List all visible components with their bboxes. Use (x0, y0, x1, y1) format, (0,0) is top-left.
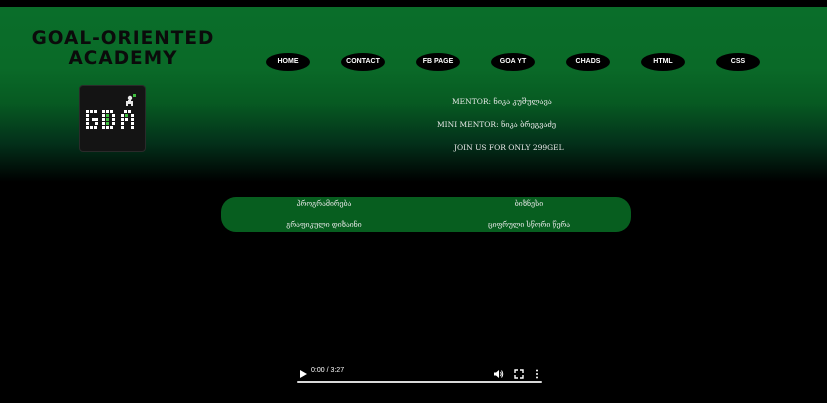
mentor-text: MENTOR: ნიკა კუშულავა (452, 97, 552, 106)
brand-line-1: GOAL-ORIENTED (31, 28, 215, 49)
main-nav: HOME CONTACT FB PAGE GOA YT CHADS HTML C… (265, 53, 765, 71)
nav-home-button[interactable]: HOME (266, 53, 310, 71)
nav-html-button[interactable]: HTML (641, 53, 685, 71)
join-price-text: JOIN US FOR ONLY 299GEL (454, 143, 564, 152)
video-progress-bar[interactable] (297, 381, 542, 383)
brand-line-2: ACADEMY (68, 48, 178, 69)
course-graphic-design-link[interactable]: გრაფიკული დიზაინი (286, 221, 361, 229)
more-options-icon[interactable] (534, 366, 540, 379)
course-digital-writing-link[interactable]: ციფრული სწორი წერა (488, 221, 570, 229)
nav-css-button[interactable]: CSS (716, 53, 760, 71)
volume-icon[interactable] (493, 366, 504, 378)
play-icon[interactable] (298, 366, 308, 378)
courses-panel: პროგრამირება ბიზნესი გრაფიკული დიზაინი ც… (221, 197, 631, 232)
nav-fb-page-button[interactable]: FB PAGE (416, 53, 460, 71)
course-business-link[interactable]: ბიზნესი (515, 200, 543, 208)
brand-title: GOAL-ORIENTED ACADEMY (30, 29, 216, 69)
nav-contact-button[interactable]: CONTACT (341, 53, 385, 71)
mini-mentor-text: MINI MENTOR: ნიკა ბრეგვაძე (437, 120, 557, 129)
nav-chads-button[interactable]: CHADS (566, 53, 610, 71)
video-player[interactable]: 0:00 / 3:27 (296, 363, 542, 385)
course-programming-link[interactable]: პროგრამირება (297, 200, 352, 208)
goa-logo-graphic (86, 94, 136, 129)
fullscreen-icon[interactable] (514, 366, 524, 379)
video-time: 0:00 / 3:27 (311, 367, 345, 374)
nav-goa-yt-button[interactable]: GOA YT (491, 53, 535, 71)
goa-logo-icon (79, 85, 146, 152)
top-strip (0, 0, 827, 7)
